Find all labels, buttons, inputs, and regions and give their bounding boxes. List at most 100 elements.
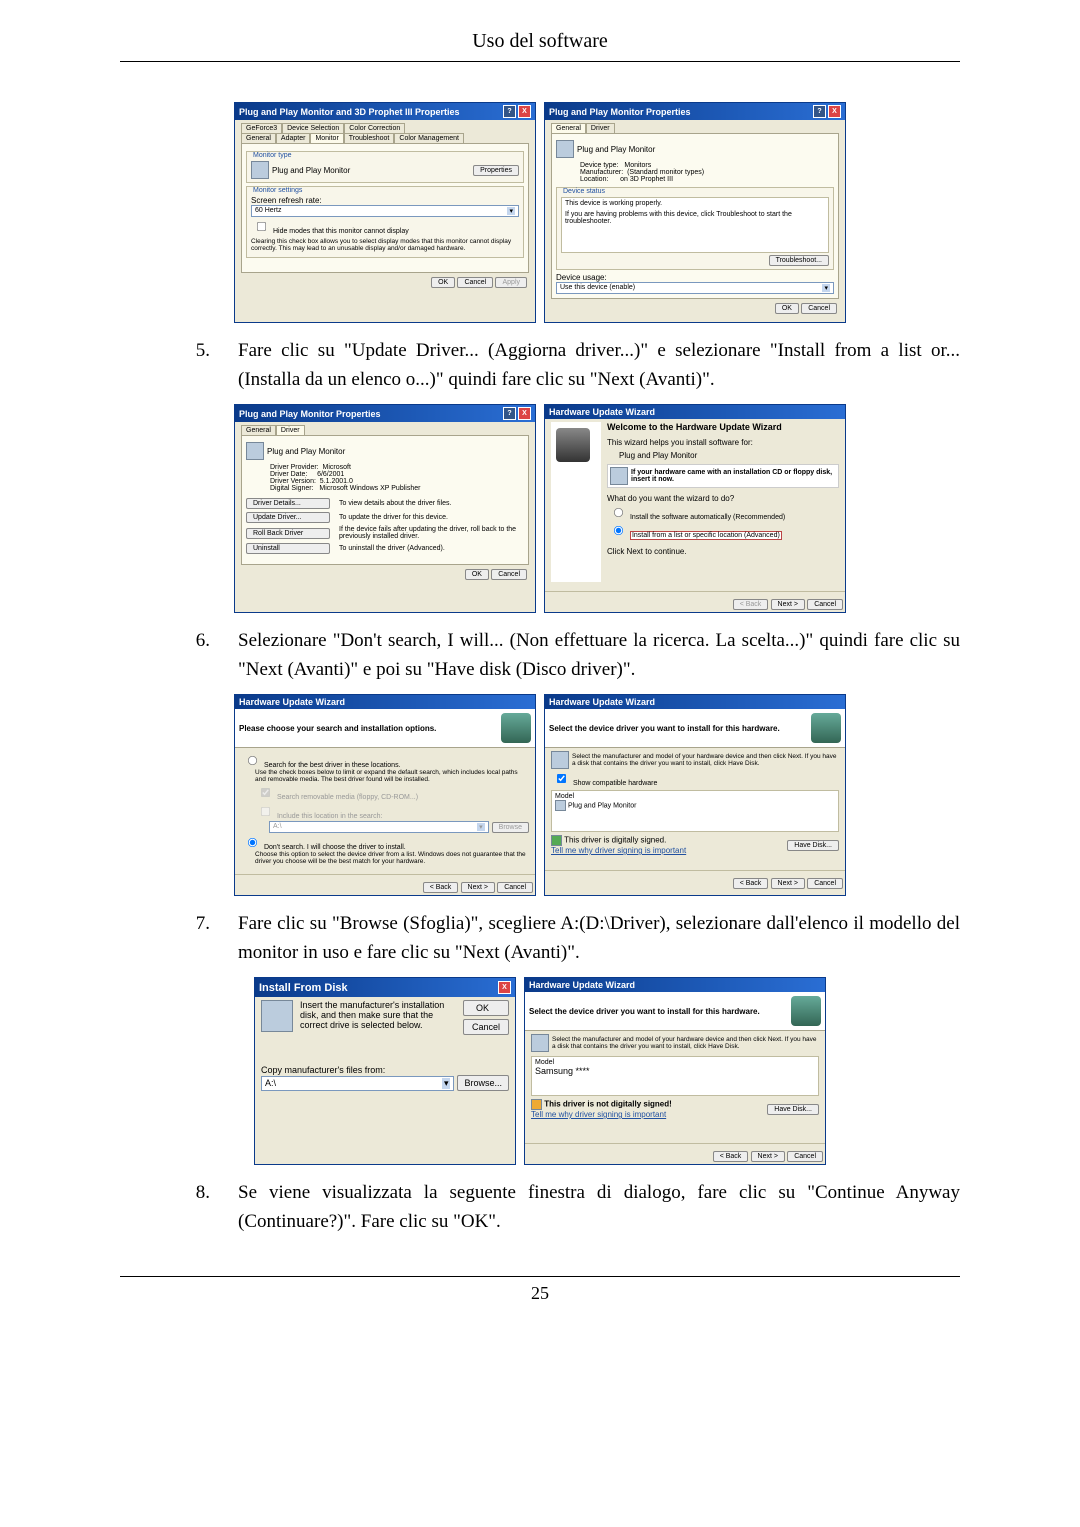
refresh-rate-select[interactable]: 60 Hertz▾	[251, 205, 519, 217]
wizard-header: Select the device driver you want to ins…	[529, 1007, 785, 1016]
dialog-pnp-monitor-properties-driver: Plug and Play Monitor Properties ?X Gene…	[234, 404, 536, 613]
radio-dont-search[interactable]	[248, 838, 257, 847]
help-icon[interactable]: ?	[503, 407, 516, 420]
back-button[interactable]: < Back	[713, 1151, 749, 1162]
model-list-item[interactable]: Samsung ****	[535, 1066, 815, 1076]
properties-button[interactable]: Properties	[473, 165, 519, 176]
help-icon[interactable]: ?	[503, 105, 516, 118]
tab-troubleshoot[interactable]: Troubleshoot	[344, 133, 395, 143]
tab-general[interactable]: General	[551, 123, 586, 133]
cd-icon	[610, 467, 628, 485]
device-status-label: Device status	[563, 188, 829, 195]
tab-general[interactable]: General	[241, 133, 276, 143]
radio-search-best-label: Search for the best driver in these loca…	[264, 762, 401, 769]
apply-button: Apply	[495, 277, 527, 288]
back-button[interactable]: < Back	[733, 878, 769, 889]
ok-button[interactable]: OK	[463, 1000, 509, 1016]
step-text: Selezionare "Don't search, I will... (No…	[238, 627, 960, 684]
wizard-icon	[811, 713, 841, 743]
radio-search-best[interactable]	[248, 756, 257, 765]
ok-button[interactable]: OK	[465, 569, 489, 580]
cancel-button[interactable]: Cancel	[787, 1151, 823, 1162]
back-button[interactable]: < Back	[423, 882, 459, 893]
roll-back-driver-button[interactable]: Roll Back Driver	[246, 528, 330, 539]
driver-details-button[interactable]: Driver Details...	[246, 498, 330, 509]
cancel-button[interactable]: Cancel	[807, 878, 843, 889]
radio-install-auto-label: Install the software automatically (Reco…	[630, 514, 785, 521]
ok-button[interactable]: OK	[431, 277, 455, 288]
wizard-header: Select the device driver you want to ins…	[549, 724, 805, 733]
monitor-icon	[551, 751, 569, 769]
driver-icon	[555, 800, 566, 811]
update-driver-button[interactable]: Update Driver...	[246, 512, 330, 523]
cancel-button[interactable]: Cancel	[457, 277, 493, 288]
wizard-icon	[556, 428, 590, 462]
radio-install-list[interactable]	[614, 526, 623, 535]
cancel-button[interactable]: Cancel	[807, 599, 843, 610]
device-type-value: Monitors	[624, 162, 651, 169]
close-icon[interactable]: X	[518, 105, 531, 118]
search-best-desc: Use the check boxes below to limit or ex…	[241, 769, 529, 783]
step-number: 8.	[120, 1179, 238, 1236]
cancel-button[interactable]: Cancel	[463, 1019, 509, 1035]
tab-adapter[interactable]: Adapter	[276, 133, 311, 143]
step-number: 6.	[120, 627, 238, 684]
update-driver-text: To update the driver for this device.	[333, 514, 524, 521]
wizard-continue-text: Click Next to continue.	[607, 547, 839, 556]
copy-from-select[interactable]: A:\▾	[261, 1076, 454, 1091]
browse-button: Browse	[492, 822, 529, 833]
close-icon[interactable]: X	[498, 981, 511, 994]
close-icon[interactable]: X	[828, 105, 841, 118]
model-list-item[interactable]: Plug and Play Monitor	[555, 800, 835, 811]
driver-date-label: Driver Date:	[270, 471, 307, 478]
device-name: Plug and Play Monitor	[267, 447, 345, 456]
monitor-icon	[246, 442, 264, 460]
hide-modes-checkbox[interactable]	[257, 222, 266, 231]
dialog-title: Hardware Update Wizard	[549, 697, 655, 707]
cancel-button[interactable]: Cancel	[801, 303, 837, 314]
tab-device-selection[interactable]: Device Selection	[282, 123, 344, 133]
install-disk-text: Insert the manufacturer's installation d…	[296, 1000, 460, 1030]
uninstall-button[interactable]: Uninstall	[246, 543, 330, 554]
tab-general[interactable]: General	[241, 425, 276, 435]
uninstall-text: To uninstall the driver (Advanced).	[333, 545, 524, 552]
driver-provider-value: Microsoft	[323, 464, 351, 471]
tab-geforce3[interactable]: GeForce3	[241, 123, 282, 133]
digital-signer-label: Digital Signer:	[270, 485, 314, 492]
have-disk-button[interactable]: Have Disk...	[787, 840, 839, 851]
ok-button[interactable]: OK	[775, 303, 799, 314]
tab-monitor[interactable]: Monitor	[310, 133, 343, 143]
chevron-down-icon: ▾	[822, 284, 830, 292]
next-button[interactable]: Next >	[771, 599, 805, 610]
radio-install-auto[interactable]	[614, 508, 623, 517]
driver-date-value: 6/6/2001	[317, 471, 344, 478]
device-type-label: Device type:	[580, 162, 619, 169]
tab-driver[interactable]: Driver	[586, 123, 615, 133]
disk-icon	[261, 1000, 293, 1032]
device-usage-select[interactable]: Use this device (enable)▾	[556, 282, 834, 294]
next-button[interactable]: Next >	[771, 878, 805, 889]
tab-color-correction[interactable]: Color Correction	[344, 123, 405, 133]
cancel-button[interactable]: Cancel	[491, 569, 527, 580]
cancel-button[interactable]: Cancel	[497, 882, 533, 893]
tab-driver[interactable]: Driver	[276, 425, 305, 435]
tab-color-mgmt[interactable]: Color Management	[394, 133, 464, 143]
close-icon[interactable]: X	[518, 407, 531, 420]
checkbox-show-compatible[interactable]	[557, 774, 566, 783]
next-button[interactable]: Next >	[461, 882, 495, 893]
browse-button[interactable]: Browse...	[457, 1075, 509, 1091]
troubleshoot-button[interactable]: Troubleshoot...	[769, 255, 829, 266]
signed-text: This driver is digitally signed.	[564, 836, 666, 845]
step-text: Fare clic su "Browse (Sfoglia)", sceglie…	[238, 910, 960, 967]
dialog-title: Plug and Play Monitor Properties	[549, 107, 691, 117]
monitor-icon	[556, 140, 574, 158]
signing-info-link[interactable]: Tell me why driver signing is important	[551, 846, 686, 855]
radio-install-list-label: Install from a list or specific location…	[630, 531, 782, 540]
next-button[interactable]: Next >	[751, 1151, 785, 1162]
help-icon[interactable]: ?	[813, 105, 826, 118]
have-disk-button[interactable]: Have Disk...	[767, 1104, 819, 1115]
dialog-hardware-wizard-search-options: Hardware Update Wizard Please choose you…	[234, 694, 536, 896]
step-text: Fare clic su "Update Driver... (Aggiorna…	[238, 337, 960, 394]
signing-info-link[interactable]: Tell me why driver signing is important	[531, 1110, 666, 1119]
dialog-title: Plug and Play Monitor and 3D Prophet III…	[239, 107, 460, 117]
